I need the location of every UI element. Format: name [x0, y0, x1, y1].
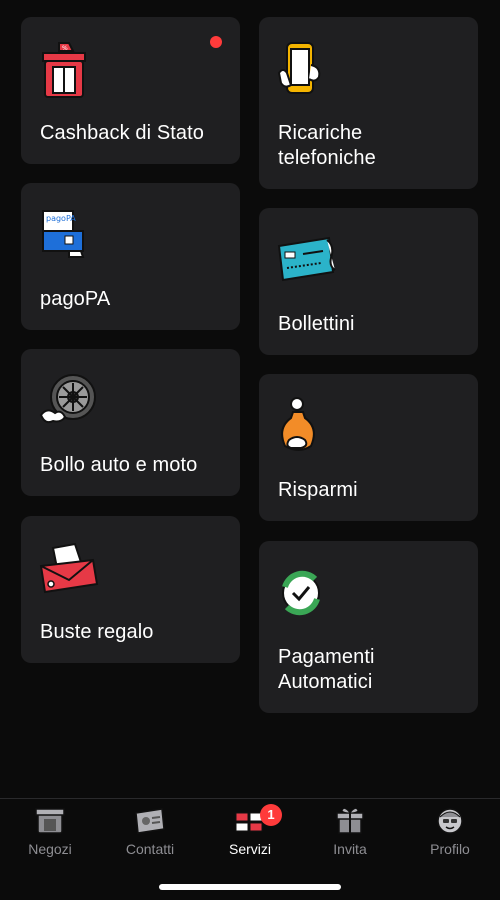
auto-payment-refresh-icon: [277, 563, 327, 623]
service-card-pagopa[interactable]: pagoPA pagoPA: [21, 183, 240, 330]
notification-dot: [210, 36, 222, 48]
gift-box-icon: [334, 805, 366, 835]
tab-negozi[interactable]: Negozi: [0, 799, 100, 869]
tab-label: Profilo: [430, 841, 470, 857]
tab-label: Invita: [333, 841, 367, 857]
service-label: Bollettini: [278, 313, 355, 335]
service-label: Pagamenti Automatici: [278, 646, 375, 693]
service-label: Cashback di Stato: [40, 122, 205, 144]
tab-profilo[interactable]: Profilo: [400, 799, 500, 869]
tab-invita[interactable]: Invita: [300, 799, 400, 869]
svg-text:%: %: [62, 45, 68, 52]
service-label: Buste regalo: [40, 621, 154, 643]
service-label: Ricariche telefoniche: [278, 122, 376, 169]
savings-bag-icon: [277, 396, 327, 456]
pagopa-receipt-icon: pagoPA: [39, 205, 89, 265]
tab-servizi[interactable]: 1 Servizi: [200, 799, 300, 869]
tab-label: Contatti: [125, 841, 175, 857]
service-card-cashback[interactable]: % Cashback di Stato: [21, 17, 240, 164]
service-card-risparmi[interactable]: Risparmi: [259, 374, 478, 521]
service-label: pagoPA: [40, 288, 111, 310]
profile-face-icon: [434, 805, 466, 835]
tab-contatti[interactable]: Contatti: [100, 799, 200, 869]
phone-topup-icon: [277, 39, 327, 99]
service-card-bollo[interactable]: Bollo auto e moto: [21, 349, 240, 496]
tab-label: Servizi: [228, 841, 271, 857]
tire-wheel-icon: [39, 371, 96, 431]
service-label: Bollo auto e moto: [40, 454, 198, 476]
gift-envelope-icon: [39, 538, 99, 598]
tab-badge: 1: [260, 804, 282, 826]
service-card-pagamenti-automatici[interactable]: Pagamenti Automatici: [259, 541, 478, 713]
svg-text:pagoPA: pagoPA: [46, 214, 76, 223]
cashback-store-icon: %: [39, 39, 89, 99]
store-icon: [34, 805, 66, 835]
bank-slip-icon: [277, 230, 337, 290]
service-card-ricariche[interactable]: Ricariche telefoniche: [259, 17, 478, 189]
tab-label: Negozi: [28, 841, 72, 857]
contacts-card-icon: [134, 805, 166, 835]
home-indicator: [159, 884, 341, 890]
service-card-bollettini[interactable]: Bollettini: [259, 208, 478, 355]
service-label: Risparmi: [278, 479, 358, 501]
service-card-buste-regalo[interactable]: Buste regalo: [21, 516, 240, 663]
